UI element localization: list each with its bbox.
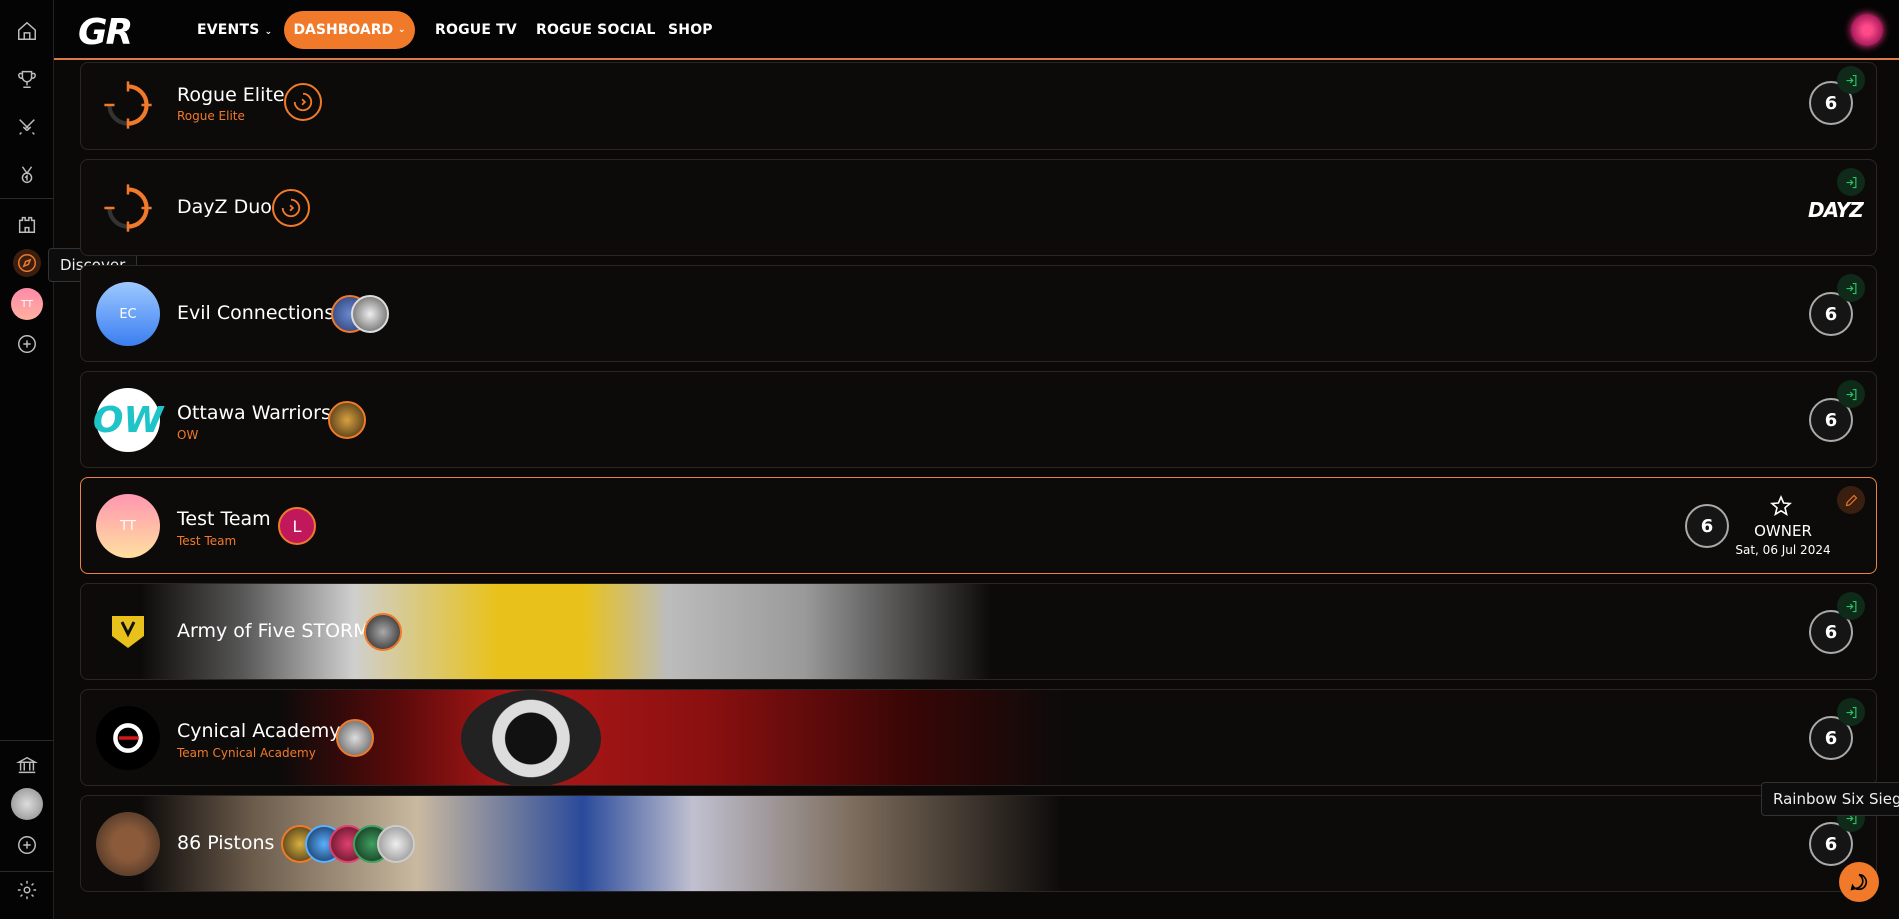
user-avatar[interactable] (1851, 14, 1883, 46)
nav-dashboard-label: DASHBOARD (293, 22, 394, 38)
crosshair-logo-icon (96, 176, 160, 240)
member-avatar[interactable] (272, 189, 310, 227)
nav-events[interactable]: EVENTS ⌄ (197, 22, 272, 38)
member-avatar[interactable] (284, 83, 322, 121)
bank-icon[interactable] (13, 751, 41, 779)
chevron-down-icon: ⌄ (398, 25, 406, 35)
join-icon[interactable] (1837, 592, 1865, 620)
swords-icon[interactable] (13, 113, 41, 141)
team-avatar[interactable]: TT (11, 288, 43, 320)
team-name: Ottawa Warriors (177, 402, 331, 424)
join-icon[interactable] (1837, 66, 1865, 94)
team-card-cynical-academy[interactable]: Cynical Academy Team Cynical Academy 6 (80, 689, 1877, 786)
join-icon[interactable] (1837, 274, 1865, 302)
team-name: 86 Pistons (177, 832, 275, 854)
nav-events-label: EVENTS (197, 22, 260, 38)
member-avatar[interactable]: L (278, 507, 316, 545)
top-navbar: GR EVENTS ⌄ DASHBOARD ⌄ ROGUE TV ROGUE S… (54, 0, 1899, 60)
team-name: Evil Connections (177, 302, 335, 324)
org-avatar[interactable] (11, 788, 43, 820)
team-card-ottawa-warriors[interactable]: OW Ottawa Warriors OW 6 (80, 371, 1877, 468)
team-card-test-team[interactable]: TT Test Team Test Team L 6 OWNER Sat, 06… (80, 477, 1877, 574)
home-icon[interactable] (13, 17, 41, 45)
team-banner (281, 690, 1061, 785)
team-card-evil-connections[interactable]: EC Evil Connections 6 (80, 265, 1877, 362)
team-name: DayZ Duo (177, 196, 272, 218)
team-card-army-of-five-storm[interactable]: Army of Five STORM 6 (80, 583, 1877, 680)
team-name: Cynical Academy (177, 720, 341, 742)
team-logo: EC (96, 282, 160, 346)
team-card-dayz-duo[interactable]: DayZ Duo DAYZ (80, 159, 1877, 256)
gear-icon[interactable] (13, 876, 41, 904)
chevron-down-icon: ⌄ (264, 27, 273, 37)
brand-logo[interactable]: GR (78, 12, 133, 53)
join-icon[interactable] (1837, 698, 1865, 726)
trophy-icon[interactable] (13, 65, 41, 93)
team-tag: Test Team (177, 534, 237, 548)
team-tag: Rogue Elite (177, 109, 245, 123)
team-tag: OW (177, 428, 199, 442)
team-logo: OW (93, 388, 163, 452)
member-avatar[interactable] (328, 401, 366, 439)
team-logo: TT (96, 494, 160, 558)
star-icon[interactable] (1769, 494, 1795, 520)
nav-rogue-tv[interactable]: ROGUE TV (435, 22, 517, 38)
team-card-86-pistons[interactable]: 86 Pistons 6 (80, 795, 1877, 892)
nav-dashboard[interactable]: DASHBOARD ⌄ (284, 11, 415, 49)
joined-date: Sat, 06 Jul 2024 (1735, 543, 1831, 557)
nav-rogue-social[interactable]: ROGUE SOCIAL (536, 22, 656, 38)
medal-icon[interactable] (13, 161, 41, 189)
chat-bubble-icon[interactable] (1839, 862, 1879, 902)
team-logo (96, 706, 160, 770)
member-avatar[interactable] (377, 825, 415, 863)
sidebar-divider (0, 198, 54, 199)
role-label: OWNER (1754, 522, 1812, 540)
castle-icon[interactable] (13, 210, 41, 238)
dayz-game-logo: DAYZ (1808, 198, 1864, 222)
team-tag: Team Cynical Academy (177, 746, 316, 760)
team-name: Test Team (177, 508, 271, 530)
join-icon[interactable] (1837, 168, 1865, 196)
team-logo (96, 600, 160, 664)
sidebar-divider (0, 740, 54, 741)
team-logo (96, 812, 160, 876)
member-avatar[interactable] (351, 295, 389, 333)
add-circle-icon[interactable] (13, 831, 41, 859)
nav-shop[interactable]: SHOP (668, 22, 713, 38)
edit-pencil-icon[interactable] (1837, 486, 1865, 514)
team-name: Rogue Elite (177, 84, 285, 106)
team-name: Army of Five STORM (177, 620, 370, 642)
sidebar: Discover TT (0, 0, 138, 919)
add-circle-icon[interactable] (13, 330, 41, 358)
member-avatar[interactable] (364, 613, 402, 651)
member-avatar[interactable] (336, 719, 374, 757)
discover-compass-icon[interactable] (13, 249, 41, 277)
join-icon[interactable] (1837, 380, 1865, 408)
team-banner (141, 796, 1061, 891)
sidebar-divider (0, 871, 54, 872)
team-card-rogue-elite[interactable]: Rogue Elite Rogue Elite 6 (80, 62, 1877, 150)
banner-emblem (461, 690, 601, 785)
crosshair-logo-icon (96, 73, 160, 137)
game-tooltip: Rainbow Six Siege (1761, 782, 1899, 816)
